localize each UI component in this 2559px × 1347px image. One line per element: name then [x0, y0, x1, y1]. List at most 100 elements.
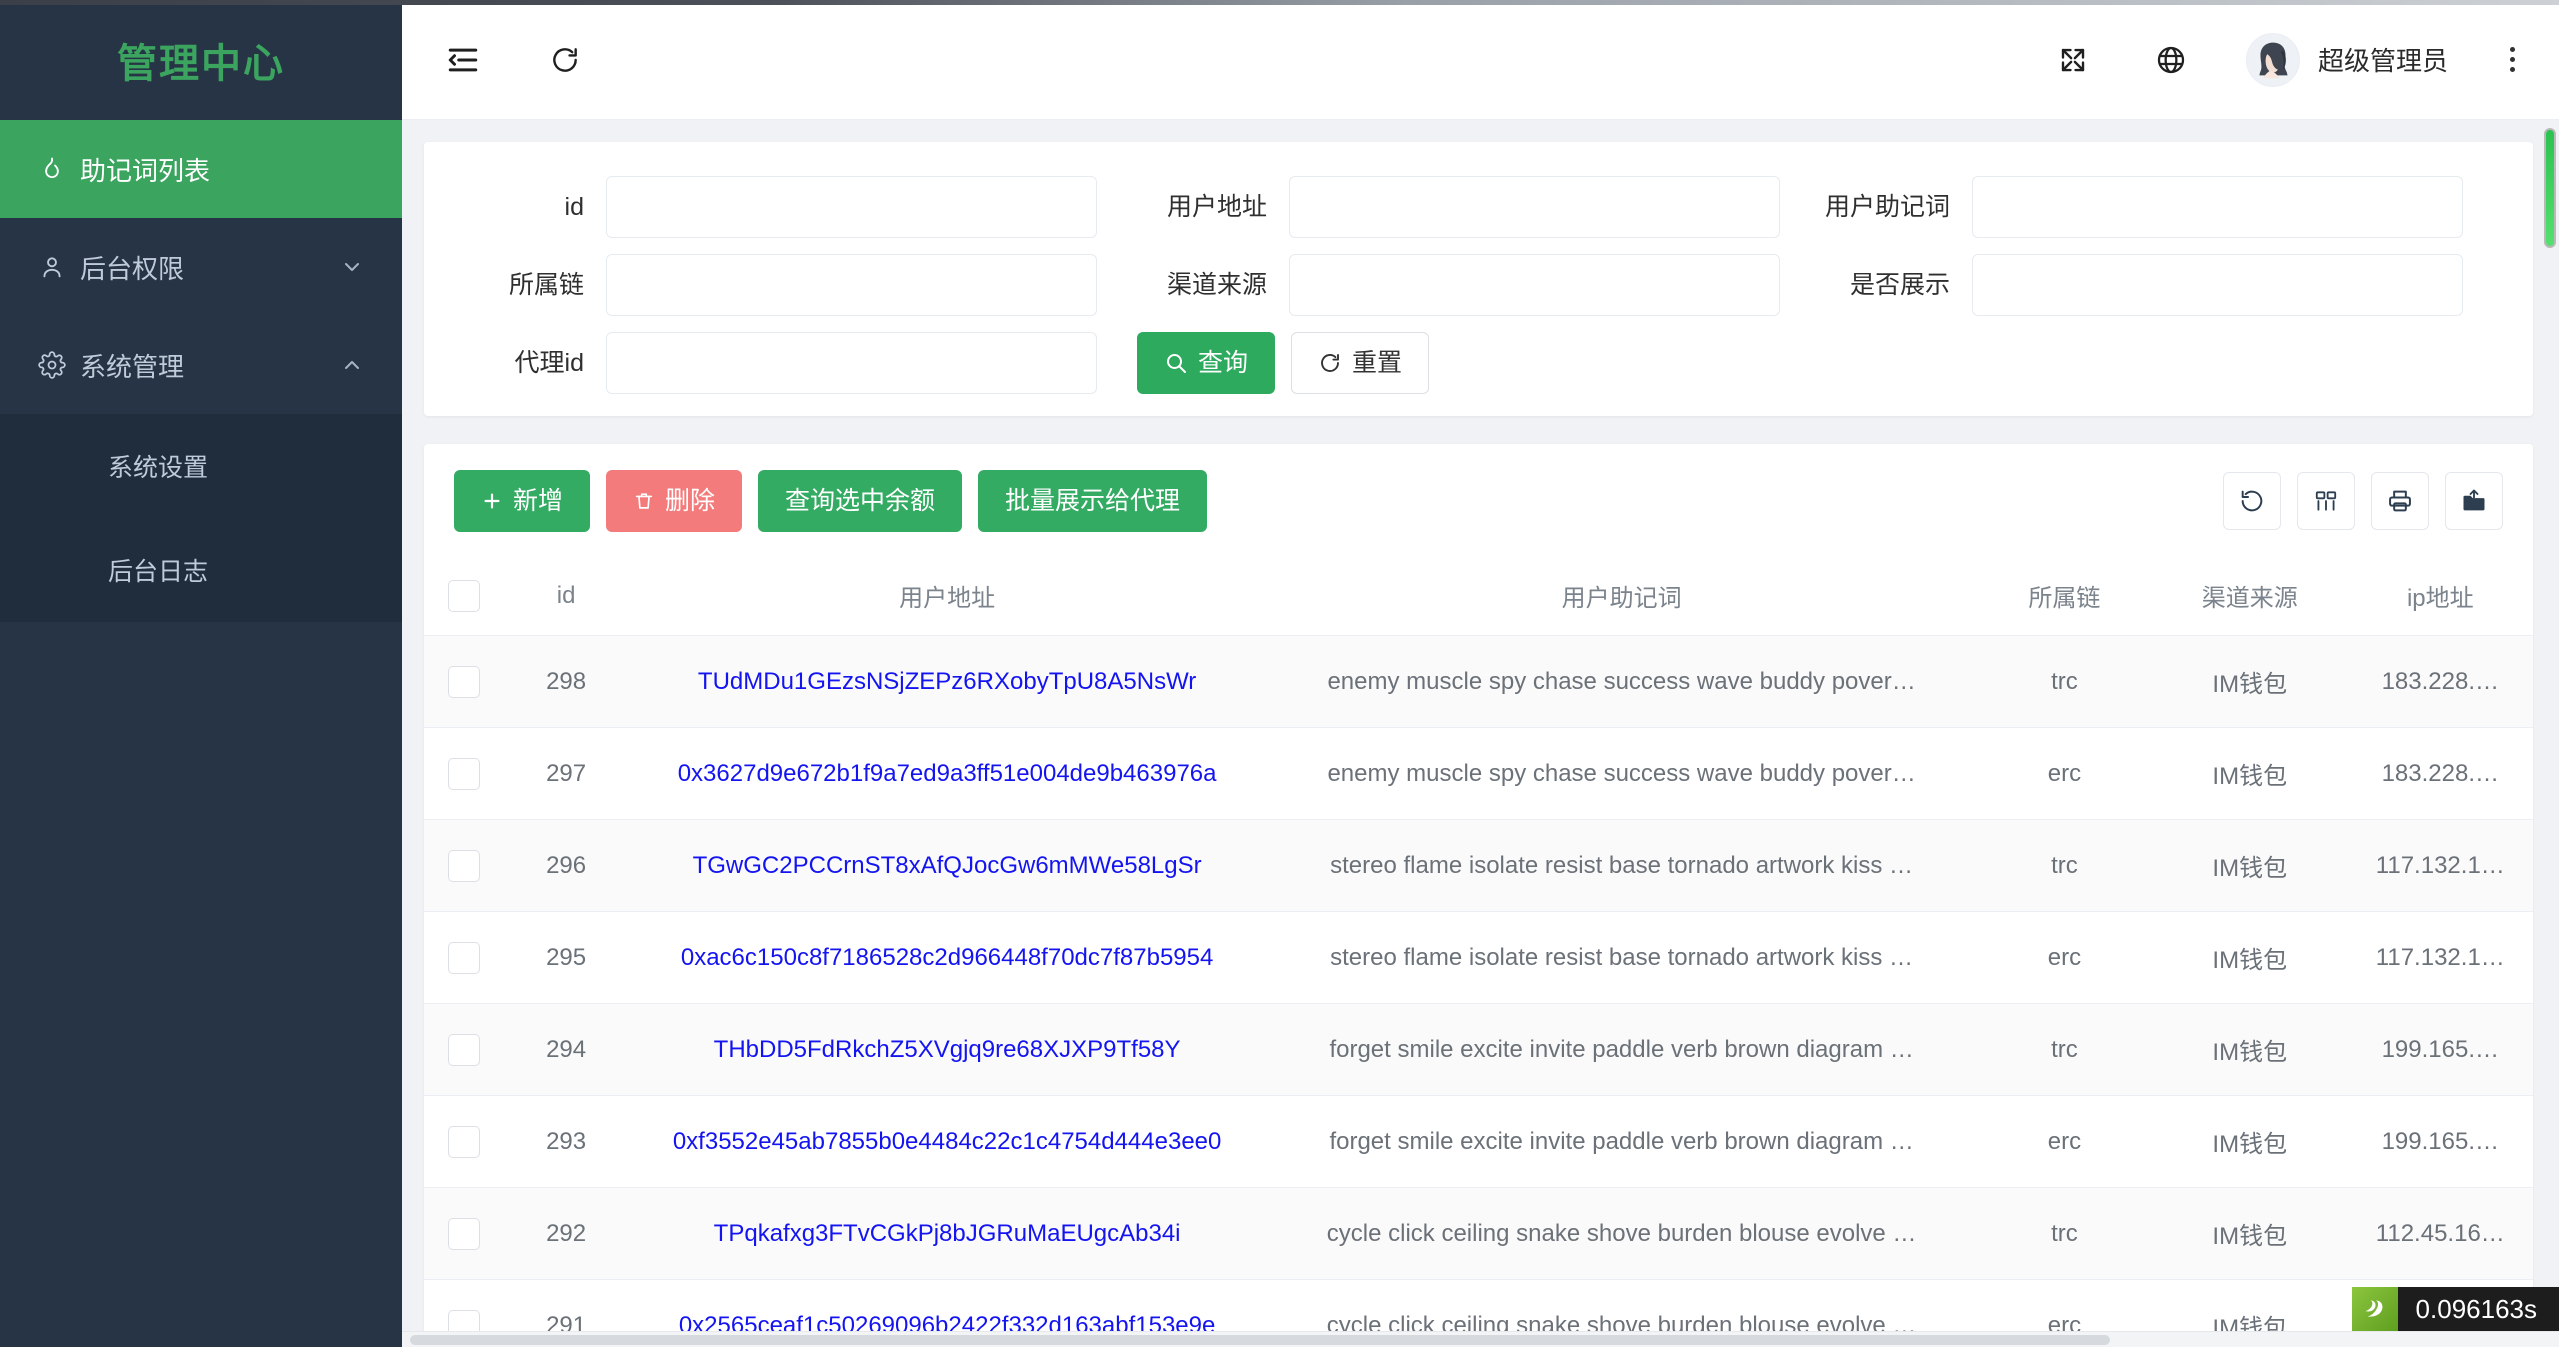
user-menu[interactable]: 超级管理员 [2245, 32, 2448, 87]
menu-fold-icon[interactable] [440, 37, 486, 83]
horizontal-scrollbar[interactable] [402, 1331, 2559, 1347]
table-row[interactable]: 298 TUdMDu1GEzsNSjZEPz6RXobyTpU8A5NsWr e… [424, 635, 2533, 728]
cell-mnemonic: stereo flame isolate resist base tornado… [1266, 819, 1977, 912]
search-input-id[interactable] [606, 176, 1097, 238]
sidebar-item-mnemonic-list[interactable]: 助记词列表 [0, 120, 402, 218]
row-checkbox[interactable] [448, 1033, 481, 1066]
address-link[interactable]: TGwGC2PCCrnST8xAfQJocGw6mMWe58LgSr [693, 852, 1202, 879]
form-item-id: id [454, 176, 1137, 238]
sidebar-subitem-label: 系统设置 [108, 454, 209, 482]
form-item-chain: 所属链 [454, 254, 1137, 316]
search-submit-button[interactable]: 查询 [1137, 332, 1276, 394]
search-input-user-mnemonic[interactable] [1972, 176, 2463, 238]
search-submit-label: 查询 [1198, 348, 1249, 377]
sidebar-item-label: 后台权限 [80, 253, 185, 284]
print-icon[interactable] [2371, 472, 2429, 530]
address-link[interactable]: 0x3627d9e672b1f9a7ed9a3ff51e004de9b46397… [678, 760, 1217, 787]
cell-id: 298 [504, 635, 628, 728]
debug-time-label: 0.096163s [2415, 1293, 2537, 1324]
app-root: 管理中心 助记词列表 后台权限 系统管理 系统设置 后台日志 超级管理员 id … [0, 0, 2559, 1347]
table-panel: 新增 删除 查询选中余额 批量展示给代理 id 用户地址 用户助记词 所属链 渠… [424, 444, 2533, 1347]
fullscreen-icon[interactable] [2050, 37, 2096, 83]
search-input-is-shown[interactable] [1972, 254, 2463, 316]
sidebar-subitem-backend-log[interactable]: 后台日志 [0, 518, 402, 622]
refresh-icon[interactable] [542, 37, 588, 83]
sidebar-item-permissions[interactable]: 后台权限 [0, 218, 402, 316]
address-link[interactable]: TPqkafxg3FTvCGkPj8bJGRuMaEUgcAb34i [714, 1220, 1181, 1247]
form-item-user-mnemonic: 用户助记词 [1820, 176, 2503, 238]
search-input-chain[interactable] [606, 254, 1097, 316]
add-button[interactable]: 新增 [454, 470, 591, 532]
header-channel-source[interactable]: 渠道来源 [2151, 556, 2348, 636]
header-user-address[interactable]: 用户地址 [627, 556, 1267, 636]
globe-icon[interactable] [2148, 37, 2194, 83]
sidebar-item-system-management[interactable]: 系统管理 [0, 316, 402, 414]
cell-ip: 117.132.1… [2347, 819, 2533, 912]
label-user-address: 用户地址 [1166, 193, 1267, 221]
header-chain[interactable]: 所属链 [1976, 556, 2152, 636]
refresh-icon[interactable] [2223, 472, 2281, 530]
top-bar: 超级管理员 [402, 0, 2559, 120]
table-row[interactable]: 296 TGwGC2PCCrnST8xAfQJocGw6mMWe58LgSr s… [424, 819, 2533, 912]
sidebar-subitem-label: 后台日志 [108, 558, 209, 586]
gear-icon [38, 351, 80, 379]
sidebar-item-label: 助记词列表 [80, 155, 211, 186]
chevron-down-icon [340, 255, 364, 279]
page-content: id 用户地址 用户助记词 所属链 渠道来源 是否展示 代理id 查询 重置 新… [402, 120, 2559, 1347]
cell-chain: trc [1976, 635, 2152, 728]
row-checkbox-cell [424, 819, 505, 912]
header-ip-address[interactable]: ip地址 [2347, 556, 2533, 636]
cell-mnemonic: cycle click ceiling snake shove burden b… [1266, 1187, 1977, 1280]
cell-mnemonic: stereo flame isolate resist base tornado… [1266, 911, 1977, 1004]
query-selected-balance-button[interactable]: 查询选中余额 [758, 470, 963, 532]
export-icon[interactable] [2445, 472, 2503, 530]
row-checkbox[interactable] [448, 941, 481, 974]
cell-chain: erc [1976, 1095, 2152, 1188]
label-channel-source: 渠道来源 [1166, 271, 1267, 299]
table-row[interactable]: 294 THbDD5FdRkchZ5XVgjq9re68XJXP9Tf58Y f… [424, 1003, 2533, 1096]
sidebar-subitem-system-settings[interactable]: 系统设置 [0, 414, 402, 518]
table-row[interactable]: 292 TPqkafxg3FTvCGkPj8bJGRuMaEUgcAb34i c… [424, 1187, 2533, 1280]
row-checkbox[interactable] [448, 1217, 481, 1250]
search-reset-button[interactable]: 重置 [1291, 332, 1430, 394]
address-link[interactable]: TUdMDu1GEzsNSjZEPz6RXobyTpU8A5NsWr [698, 668, 1196, 695]
label-chain: 所属链 [508, 271, 584, 299]
table-row[interactable]: 297 0x3627d9e672b1f9a7ed9a3ff51e004de9b4… [424, 727, 2533, 820]
table-toolbar: 新增 删除 查询选中余额 批量展示给代理 [424, 444, 2533, 556]
table-head: id 用户地址 用户助记词 所属链 渠道来源 ip地址 [424, 556, 2533, 636]
header-user-mnemonic[interactable]: 用户助记词 [1266, 556, 1977, 636]
cell-chain: trc [1976, 1003, 2152, 1096]
cell-source: IM钱包 [2151, 1003, 2348, 1096]
cell-id: 292 [504, 1187, 628, 1280]
select-all-checkbox[interactable] [448, 579, 481, 612]
row-checkbox[interactable] [448, 849, 481, 882]
row-checkbox-cell [424, 635, 505, 728]
cell-source: IM钱包 [2151, 1095, 2348, 1188]
main-area: 超级管理员 id 用户地址 用户助记词 所属链 渠道来源 是否展示 代理id 查… [402, 0, 2559, 1347]
vertical-scrollbar[interactable] [2543, 120, 2557, 1331]
vertical-scrollbar-thumb[interactable] [2544, 128, 2556, 248]
horizontal-scrollbar-thumb[interactable] [410, 1335, 2110, 1345]
search-input-channel-source[interactable] [1289, 254, 1780, 316]
address-link[interactable]: 0xac6c150c8f7186528c2d966448f70dc7f87b59… [681, 944, 1213, 971]
cell-source: IM钱包 [2151, 1187, 2348, 1280]
form-item-user-address: 用户地址 [1137, 176, 1820, 238]
table-row[interactable]: 293 0xf3552e45ab7855b0e4484c22c1c4754d44… [424, 1095, 2533, 1188]
cell-ip: 183.228.… [2347, 727, 2533, 820]
cell-address: TUdMDu1GEzsNSjZEPz6RXobyTpU8A5NsWr [627, 635, 1267, 728]
address-link[interactable]: 0xf3552e45ab7855b0e4484c22c1c4754d444e3e… [673, 1128, 1222, 1155]
topbar-right-group: 超级管理员 [2050, 32, 2525, 87]
debug-timer-badge[interactable]: 0.096163s [2351, 1287, 2559, 1331]
row-checkbox[interactable] [448, 665, 481, 698]
table-row[interactable]: 295 0xac6c150c8f7186528c2d966448f70dc7f8… [424, 911, 2533, 1004]
header-id[interactable]: id [504, 556, 628, 636]
batch-show-to-agent-button[interactable]: 批量展示给代理 [978, 470, 1208, 532]
search-input-user-address[interactable] [1289, 176, 1780, 238]
row-checkbox[interactable] [448, 1125, 481, 1158]
row-checkbox[interactable] [448, 757, 481, 790]
search-input-agent-id[interactable] [606, 332, 1097, 394]
more-vertical-icon[interactable] [2500, 41, 2525, 78]
delete-button[interactable]: 删除 [606, 470, 743, 532]
columns-icon[interactable] [2297, 472, 2355, 530]
address-link[interactable]: THbDD5FdRkchZ5XVgjq9re68XJXP9Tf58Y [714, 1036, 1181, 1063]
